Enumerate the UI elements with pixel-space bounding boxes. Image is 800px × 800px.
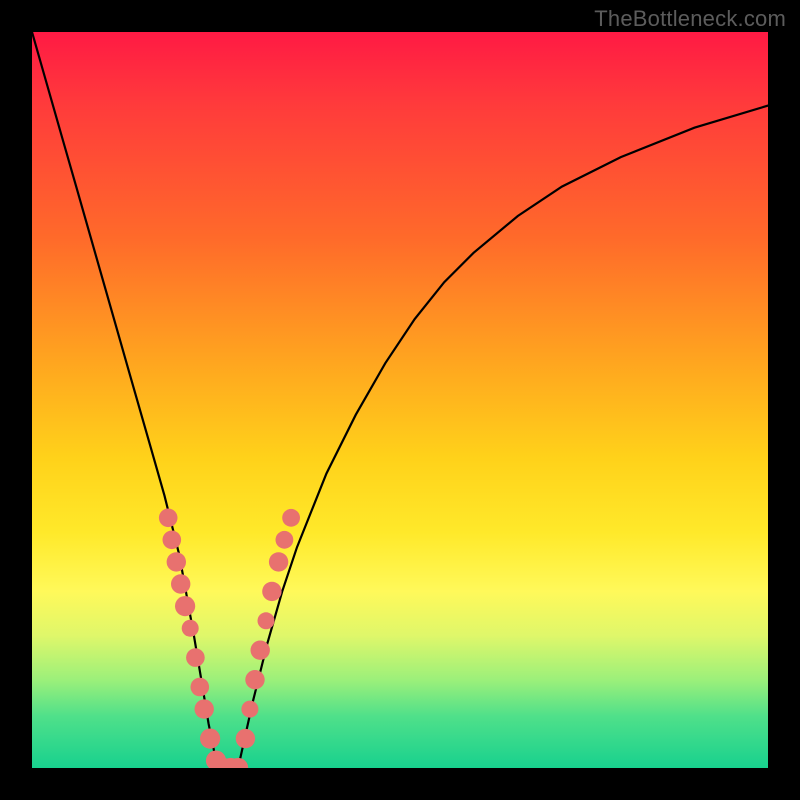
curve-marker (236, 729, 255, 748)
curve-marker (269, 552, 288, 571)
chart-frame: TheBottleneck.com (0, 0, 800, 800)
curve-marker (245, 670, 264, 689)
plot-area (32, 32, 768, 768)
curve-marker (251, 641, 270, 660)
curve-marker (171, 574, 190, 593)
curve-marker (262, 582, 281, 601)
curve-marker (241, 701, 258, 718)
curve-marker (182, 620, 199, 637)
curve-marker (191, 678, 210, 697)
curve-marker (186, 648, 205, 667)
curve-marker (200, 729, 220, 749)
curve-marker (282, 509, 300, 527)
curve-marker (163, 531, 182, 550)
bottleneck-curve-svg (32, 32, 768, 768)
watermark-text: TheBottleneck.com (594, 6, 786, 32)
curve-marker (167, 552, 186, 571)
curve-marker (175, 596, 195, 616)
curve-marker (258, 612, 275, 629)
curve-marker (195, 699, 214, 718)
bottleneck-curve (32, 32, 768, 768)
marker-group (159, 509, 300, 769)
curve-marker (159, 509, 178, 528)
curve-marker (276, 531, 294, 549)
